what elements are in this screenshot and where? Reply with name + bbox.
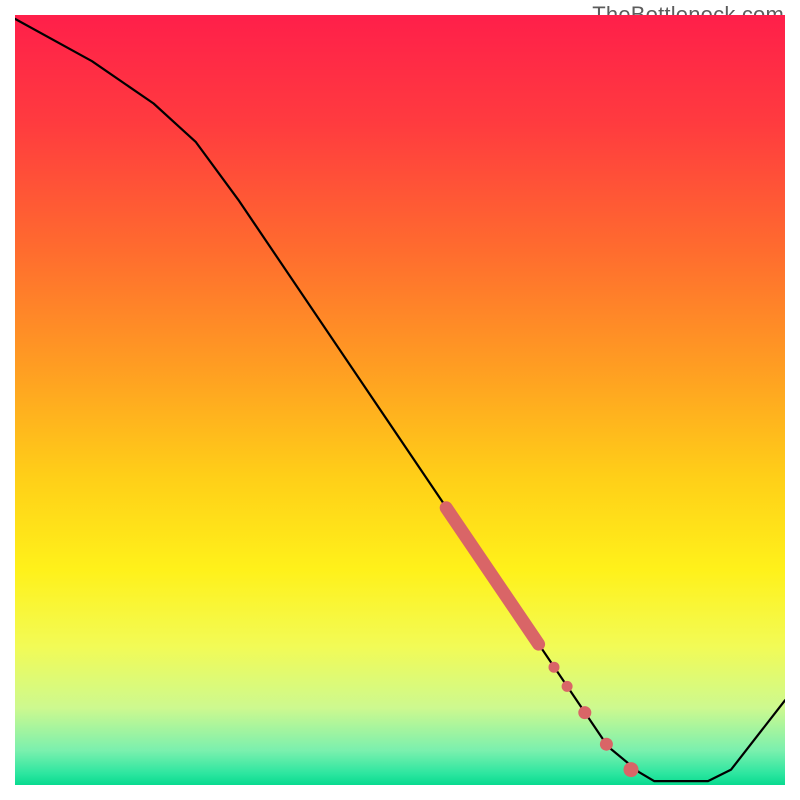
- highlight-dot: [600, 738, 613, 751]
- highlight-dot: [562, 681, 573, 692]
- main-curve: [15, 19, 785, 781]
- highlight-dot: [549, 662, 560, 673]
- curve-layer: [15, 15, 785, 785]
- highlight-dot: [624, 762, 639, 777]
- highlight-segment: [446, 508, 538, 644]
- plot-area: [15, 15, 785, 785]
- bottleneck-chart: TheBottleneck.com: [0, 0, 800, 800]
- highlight-dot: [578, 706, 591, 719]
